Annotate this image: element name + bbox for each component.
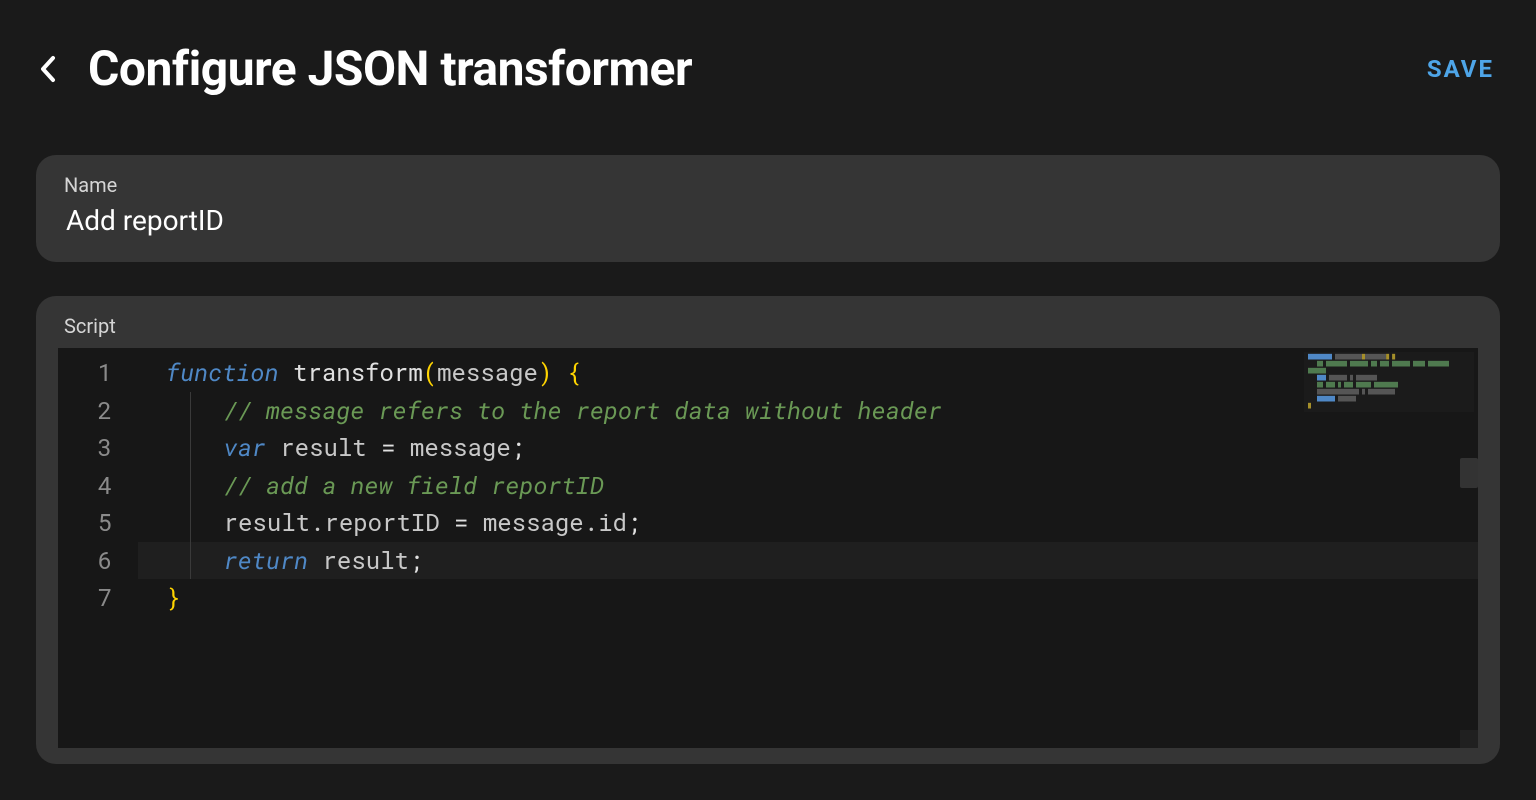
name-field-label: Name — [64, 173, 1472, 197]
save-button[interactable]: SAVE — [1427, 55, 1500, 83]
code-line[interactable]: var result = message; — [138, 429, 1478, 467]
code-line[interactable]: return result; — [138, 542, 1478, 580]
code-line[interactable]: } — [138, 579, 1478, 617]
scrollbar-corner — [1460, 730, 1478, 748]
code-line[interactable]: function transform(message) { — [138, 354, 1478, 392]
code-editor[interactable]: 1 2 3 4 5 6 7 function transform(message… — [58, 348, 1478, 748]
name-input[interactable] — [64, 203, 1476, 238]
chevron-left-icon — [36, 52, 60, 86]
script-field-label: Script — [36, 296, 1500, 348]
script-card: Script 1 2 3 4 5 6 7 function transform(… — [36, 296, 1500, 764]
page-title: Configure JSON transformer — [88, 40, 692, 97]
line-number-gutter: 1 2 3 4 5 6 7 — [58, 348, 138, 748]
code-line[interactable]: // message refers to the report data wit… — [138, 392, 1478, 430]
vertical-scrollbar-thumb[interactable] — [1460, 458, 1478, 488]
code-line[interactable]: result.reportID = message.id; — [138, 504, 1478, 542]
code-content[interactable]: function transform(message) { // message… — [138, 348, 1478, 748]
back-button[interactable] — [36, 52, 60, 86]
name-card: Name — [36, 155, 1500, 262]
code-line[interactable]: // add a new field reportID — [138, 467, 1478, 505]
